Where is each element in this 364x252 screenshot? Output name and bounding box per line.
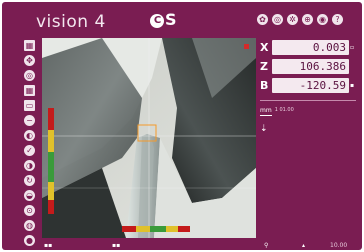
contrast-icon[interactable]: ◑ xyxy=(24,160,35,171)
app-title: vision 4 xyxy=(36,12,106,32)
logo-text: S xyxy=(165,10,176,29)
bottom-right-label: 10.00 xyxy=(330,242,348,249)
unit-mm-sub: 1 01.00 xyxy=(274,107,294,113)
position-readout: X 0.003 ▫ Z 106.386 B -120.59 ▪ mm 1 01.… xyxy=(260,40,356,134)
drop-icon[interactable]: ◒ xyxy=(24,190,35,201)
target-icon[interactable]: ◎ xyxy=(272,14,283,25)
unit-row: mm 1 01.00 xyxy=(260,107,356,116)
axis-x-label: X xyxy=(260,41,269,54)
info-icon[interactable]: ◉ xyxy=(317,14,328,25)
axis-b-value: -120.59 xyxy=(272,78,349,93)
scale-green xyxy=(48,152,54,182)
axis-x-unit-icon: ▫ xyxy=(350,44,355,51)
record-indicator xyxy=(244,44,249,49)
scale-red xyxy=(48,108,54,130)
axis-b-unit-icon: ▪ xyxy=(350,82,355,89)
crosshair-icon[interactable]: ✥ xyxy=(24,55,35,66)
readout-divider xyxy=(260,100,356,101)
help-icon[interactable]: ? xyxy=(332,14,343,25)
hscale-red xyxy=(122,226,136,232)
hscale-yellow xyxy=(136,226,150,232)
axis-x-value: 0.003 xyxy=(272,40,349,55)
minus-icon[interactable]: − xyxy=(24,115,35,126)
hscale-yellow-2 xyxy=(166,226,178,232)
header-icon-bar: ✿ ◎ ✲ ⊕ ◉ ? xyxy=(257,14,343,25)
scale-yellow xyxy=(48,130,54,152)
axis-x-row: X 0.003 ▫ xyxy=(260,40,356,55)
hscale-green xyxy=(150,226,166,232)
person-icon[interactable]: ⚲ xyxy=(264,242,268,249)
axis-b-row: B -120.59 ▪ xyxy=(260,78,356,93)
target-icon[interactable]: ◎ xyxy=(24,70,35,81)
app-window: vision 4 CS ✿ ◎ ✲ ⊕ ◉ ? ▦ ✥ ◎ ▦ ▭ − ◐ ✓ … xyxy=(2,2,362,250)
lens-icon[interactable]: ◍ xyxy=(24,220,35,231)
calibrate-icon[interactable]: ⇣ xyxy=(260,124,356,134)
check-icon[interactable]: ✓ xyxy=(24,145,35,156)
axis-z-value: 106.386 xyxy=(272,59,349,74)
ocs-logo: CS xyxy=(150,10,190,29)
cursor-icon[interactable]: ▴ xyxy=(302,242,305,249)
scale-yellow-2 xyxy=(48,182,54,200)
bottom-bar: ▪▪ ▪▪ ⚲ ▴ 10.00 xyxy=(2,240,362,250)
zoom-icon[interactable]: ⊕ xyxy=(302,14,313,25)
axis-z-label: Z xyxy=(260,60,268,73)
gear-icon[interactable]: ✿ xyxy=(257,14,268,25)
axis-b-label: B xyxy=(260,79,269,92)
grid-icon[interactable]: ▪▪ xyxy=(44,242,52,249)
frame-icon[interactable]: ▭ xyxy=(24,100,35,111)
hscale-red-2 xyxy=(178,226,190,232)
scale-red-2 xyxy=(48,200,54,214)
camera-viewport[interactable] xyxy=(42,38,256,238)
grid-icon[interactable]: ▪▪ xyxy=(112,242,120,249)
grid-small-icon[interactable]: ▦ xyxy=(24,85,35,96)
logo-ring-icon: C xyxy=(150,13,164,28)
cycle-icon[interactable]: ↻ xyxy=(24,175,35,186)
grid-icon[interactable]: ▦ xyxy=(24,40,35,51)
settings-icon[interactable]: ✲ xyxy=(287,14,298,25)
axis-z-row: Z 106.386 xyxy=(260,59,356,74)
unit-mm-label: mm xyxy=(260,107,272,116)
left-toolbar: ▦ ✥ ◎ ▦ ▭ − ◐ ✓ ◑ ↻ ◒ ⊙ ◍ ● xyxy=(24,40,36,246)
brightness-icon[interactable]: ◐ xyxy=(24,130,35,141)
focus-icon[interactable]: ⊙ xyxy=(24,205,35,216)
